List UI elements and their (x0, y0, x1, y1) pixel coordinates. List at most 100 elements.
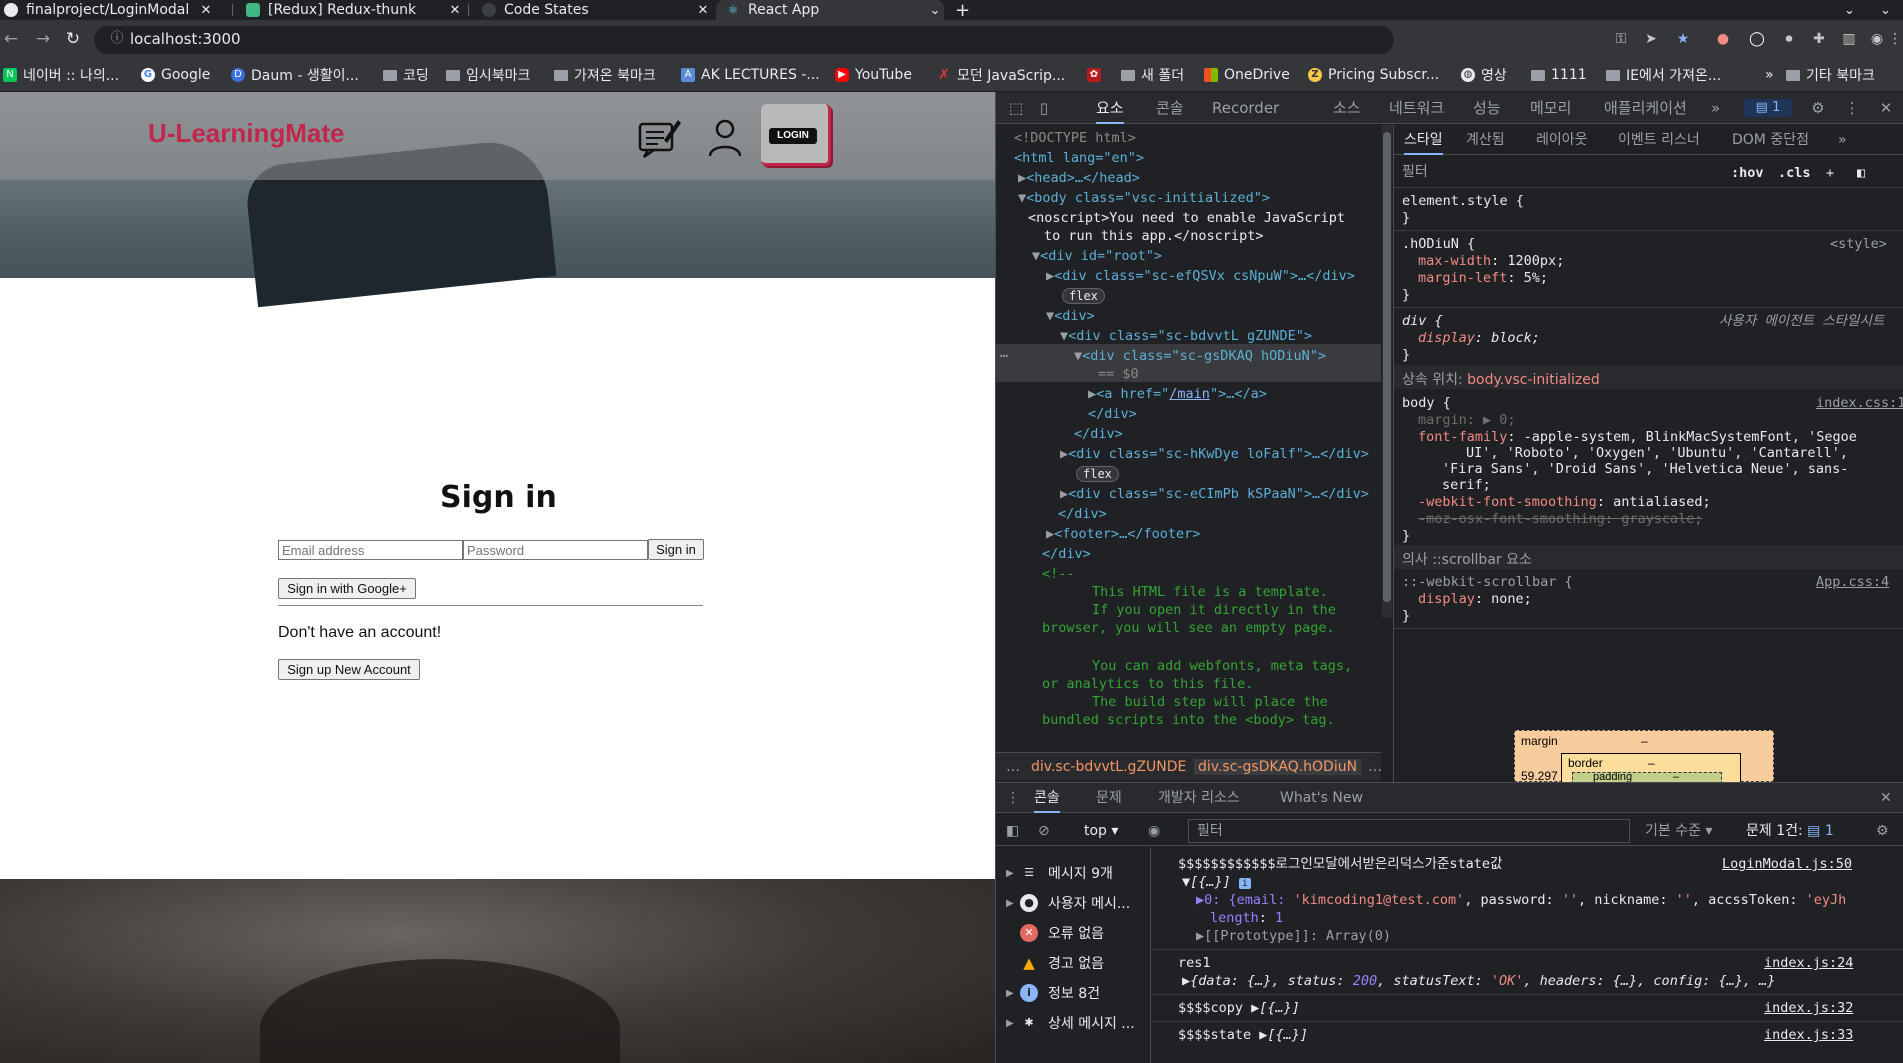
bookmark-other[interactable]: 기타 북마크 (1786, 66, 1875, 84)
rule-element-style[interactable]: element.style { (1402, 193, 1524, 210)
live-expression-eye-icon[interactable]: ◉ (1148, 816, 1160, 846)
prop-margin[interactable]: margin: ▶ 0; (1418, 412, 1516, 429)
console-array[interactable]: ▼[{…}] i (1182, 873, 1251, 893)
breadcrumb-item-selected[interactable]: div.sc-gsDKAQ.hODiuN (1194, 759, 1362, 775)
devtools-tab-elements[interactable]: 요소 (1096, 92, 1124, 124)
close-tab-icon[interactable]: ✕ (197, 3, 215, 18)
elements-scroll-thumb[interactable] (1383, 132, 1391, 602)
signin-button[interactable]: Sign in (648, 539, 704, 560)
styles-tab-layout[interactable]: 레이아웃 (1536, 125, 1588, 155)
extensions-puzzle-icon[interactable]: ✚ (1808, 28, 1830, 50)
breadcrumb-more[interactable]: … (1368, 759, 1382, 775)
styles-more-tabs[interactable]: » (1838, 125, 1847, 155)
sidebar-messages[interactable]: ▶ ☰ 메시지 9개 (1006, 861, 1113, 885)
forward-icon[interactable]: → (32, 28, 54, 50)
styles-tab-styles[interactable]: 스타일 (1404, 125, 1443, 155)
console-message[interactable]: $$$$state ▶[{…}] (1178, 1026, 1308, 1044)
share-icon[interactable]: ➤ (1640, 28, 1662, 50)
console-source-link[interactable]: LoginModal.js:50 (1722, 855, 1852, 873)
console-message[interactable]: $$$$copy ▶[{…}] (1178, 999, 1300, 1017)
log-level-dropdown[interactable]: 기본 수준 ▾ (1645, 816, 1712, 846)
google-signin-button[interactable]: Sign in with Google+ (278, 578, 416, 599)
flex-badge[interactable]: flex (1076, 465, 1119, 483)
bookmark-imported[interactable]: 가져온 북마크 (554, 66, 656, 84)
devtools-more-tabs[interactable]: » (1711, 92, 1720, 124)
lastpass-icon[interactable]: ⏺ (1778, 28, 1800, 50)
key-icon[interactable]: ⚿ (1610, 28, 1632, 50)
bookmark-temp[interactable]: 임시북마크 (446, 66, 530, 84)
rule-hodiun[interactable]: .hODiuN { (1402, 236, 1475, 253)
close-drawer-icon[interactable]: ✕ (1880, 783, 1892, 813)
password-input[interactable] (463, 540, 648, 560)
node-noscript[interactable]: <noscript>You need to enable JavaScript (1028, 209, 1345, 227)
login-button[interactable]: LOGIN (761, 104, 831, 166)
console-sidebar-toggle-icon[interactable]: ◧ (1006, 816, 1019, 846)
rule-source[interactable]: <style> (1830, 236, 1887, 253)
devtools-menu-icon[interactable]: ⋮ (1842, 98, 1862, 118)
rule-body[interactable]: body { (1402, 395, 1451, 412)
node-root-div[interactable]: ▼<div id="root"> (1032, 247, 1162, 265)
drawer-menu-icon[interactable]: ⋮ (1006, 783, 1020, 813)
context-selector[interactable]: top ▾ (1084, 816, 1118, 846)
prop-font-family[interactable]: font-family: -apple-system, BlinkMacSyst… (1418, 429, 1857, 446)
close-tab-icon[interactable]: ✕ (446, 3, 464, 18)
bookmark-naver[interactable]: N 네이버 :: 나의... (3, 66, 119, 84)
prop-webkit-font-smoothing[interactable]: -webkit-font-smoothing: antialiased; (1418, 494, 1711, 511)
devtools-tab-recorder[interactable]: Recorder (1212, 92, 1279, 124)
issues-badge[interactable]: ▤ 1 (1744, 99, 1792, 117)
bookmark-modern-js[interactable]: ✗ 모던 JavaScrip... (937, 66, 1065, 84)
node-head[interactable]: ▶<head>…</head> (1018, 169, 1140, 187)
tab-react-app[interactable]: ⚛ React App ⌄ (716, 0, 944, 20)
clear-console-icon[interactable]: ⊘ (1038, 816, 1050, 846)
devtools-tab-console[interactable]: 콘솔 (1156, 92, 1184, 124)
rule-div[interactable]: div { (1402, 313, 1443, 330)
boxmodel-border[interactable]: border – padding – (1561, 753, 1741, 784)
prop-max-width[interactable]: max-width: 1200px; (1418, 253, 1564, 270)
tab-finalproject[interactable]: finalproject/LoginModal ✕ (0, 0, 215, 20)
bookmark-ak-lectures[interactable]: A AK LECTURES -... (681, 66, 820, 84)
reload-icon[interactable]: ↻ (62, 28, 84, 50)
node-div[interactable]: ▼<div> (1046, 307, 1095, 325)
node-a-main[interactable]: ▶<a href="/main">…</a> (1088, 385, 1267, 403)
user-profile-icon[interactable] (702, 114, 748, 160)
bookmark-google[interactable]: G Google (141, 66, 210, 84)
bookmark-new-folder[interactable]: 새 폴더 (1121, 66, 1184, 84)
sidepanel-icon[interactable]: ▥ (1838, 28, 1860, 50)
prop-moz-font-smoothing[interactable]: -moz-osx-font-smoothing: grayscale; (1418, 511, 1702, 528)
node-body[interactable]: ▼<body class="vsc-initialized"> (1018, 189, 1270, 207)
sidebar-verbose[interactable]: ▶ ✱ 상세 메시지 ... (1006, 1011, 1135, 1035)
styles-tab-computed[interactable]: 계산됨 (1466, 125, 1505, 155)
app-logo[interactable]: U-LearningMate (148, 118, 344, 149)
address-bar[interactable] (94, 26, 1394, 54)
rule-source-link[interactable]: index.css:1 (1816, 395, 1903, 412)
prop-display-none[interactable]: display: none; (1418, 591, 1532, 608)
node-comment[interactable]: <!-- (1042, 565, 1075, 583)
drawer-tab-whats-new[interactable]: What's New (1280, 783, 1363, 813)
bookmark-daum[interactable]: D Daum - 생활이... (231, 66, 359, 84)
node-div-gsDKAQ[interactable]: ▼<div class="sc-gsDKAQ hODiuN"> (1074, 347, 1326, 365)
drawer-tab-console[interactable]: 콘솔 (1034, 783, 1060, 813)
new-tab-button[interactable]: + (955, 0, 985, 20)
new-rule-icon[interactable]: + (1826, 165, 1834, 182)
node-div-eCImPb[interactable]: ▶<div class="sc-eCImPb kSPaaN">…</div> (1060, 485, 1369, 503)
rule-source-link[interactable]: App.css:4 (1816, 574, 1889, 591)
bookmarks-more[interactable]: » (1765, 66, 1774, 84)
drawer-tab-dev-resources[interactable]: 개발자 리소스 (1158, 783, 1240, 813)
extension-red-icon[interactable]: ● (1712, 28, 1734, 50)
device-toolbar-icon[interactable]: ▯ (1034, 98, 1054, 118)
breadcrumb-item[interactable]: div.sc-bdvvtL.gZUNDE (1031, 759, 1186, 775)
close-tab-icon[interactable]: ✕ (694, 3, 712, 18)
styles-tab-dom-breakpoints[interactable]: DOM 중단점 (1732, 125, 1809, 155)
address-url[interactable]: localhost:3000 (130, 28, 241, 50)
tab-search-icon[interactable]: ⌄ (1844, 0, 1868, 20)
node-div-hKwDye[interactable]: ▶<div class="sc-hKwDye loFalf">…</div> (1060, 445, 1369, 463)
sidebar-warnings[interactable]: ▲ 경고 없음 (1006, 951, 1104, 975)
sidebar-info[interactable]: ▶ i 정보 8건 (1006, 981, 1100, 1005)
devtools-tab-network[interactable]: 네트워크 (1389, 92, 1444, 124)
bookmark-coding[interactable]: 코딩 (383, 66, 429, 84)
bookmark-ie-imported[interactable]: IE에서 가져온... (1606, 66, 1721, 84)
site-info-icon[interactable]: ⓘ (108, 30, 126, 48)
devtools-tab-performance[interactable]: 성능 (1473, 92, 1501, 124)
back-icon[interactable]: ← (0, 28, 22, 50)
tab-code-states[interactable]: Code States ✕ (472, 0, 712, 20)
